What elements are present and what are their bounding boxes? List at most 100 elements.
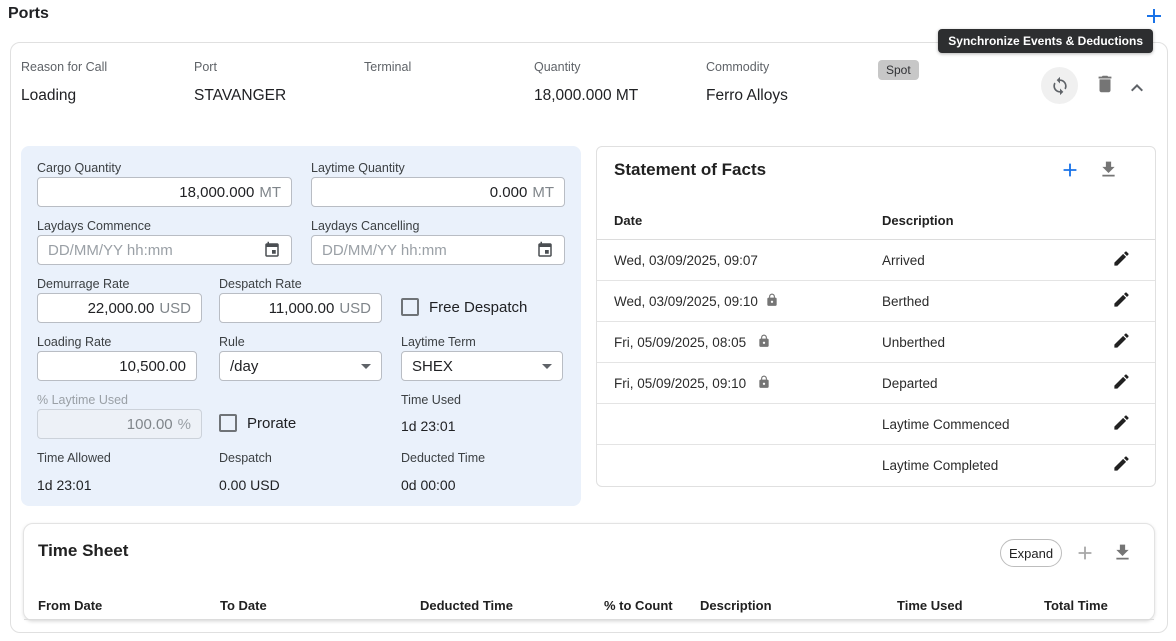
date-placeholder: DD/MM/YY hh:mm [322, 242, 536, 259]
free-despatch-checkbox[interactable] [401, 298, 419, 316]
loading-rate-label: Loading Rate [37, 335, 111, 349]
unit-suffix: USD [159, 300, 191, 317]
field-port: Port STAVANGER [194, 60, 286, 105]
time-allowed-value: 1d 23:01 [37, 477, 92, 493]
loading-rate-value: 10,500.00 [119, 358, 186, 375]
prorate-checkbox[interactable] [219, 414, 237, 432]
lock-icon [765, 293, 779, 312]
page-title: Ports [8, 5, 49, 23]
deducted-time-value: 0d 00:00 [401, 477, 456, 493]
edit-event-button[interactable] [1112, 372, 1131, 391]
calendar-icon[interactable] [263, 241, 281, 259]
cargo-quantity-value: 18,000.000 [179, 184, 254, 201]
time-sheet-title: Time Sheet [38, 541, 128, 561]
laydays-commence-label: Laydays Commence [37, 219, 151, 233]
field-commodity: Commodity Ferro Alloys [706, 60, 788, 105]
pencil-icon [1112, 372, 1131, 391]
ts-col-time-used: Time Used [897, 598, 963, 613]
cargo-quantity-input[interactable]: 18,000.000 MT [37, 177, 292, 207]
plus-icon [1074, 542, 1096, 564]
sof-row: Laytime Completed [597, 445, 1155, 486]
edit-event-button[interactable] [1112, 249, 1131, 268]
ts-col-deducted-time: Deducted Time [420, 598, 513, 613]
despatch-value: 0.00 USD [219, 477, 280, 493]
laytime-panel: Cargo Quantity 18,000.000 MT Laytime Qua… [21, 146, 581, 506]
add-port-button[interactable] [1142, 4, 1166, 28]
field-label: Reason for Call [21, 60, 107, 74]
despatch-label: Despatch [219, 451, 272, 465]
download-sof-button[interactable] [1098, 159, 1119, 180]
caret-down-icon [361, 364, 371, 369]
port-card: Reason for Call Loading Port STAVANGER T… [10, 42, 1168, 633]
time-sheet-card: Time Sheet Expand From Date To Date Dedu… [23, 523, 1155, 621]
pct-laytime-used-value: 100.00 [127, 416, 173, 433]
expand-button[interactable]: Expand [1000, 539, 1062, 567]
edit-event-button[interactable] [1112, 290, 1131, 309]
sof-description: Laytime Commenced [882, 417, 1010, 432]
free-despatch-label: Free Despatch [429, 299, 527, 316]
sof-date: Wed, 03/09/2025, 09:07 [614, 253, 758, 268]
field-value: 18,000.000 MT [534, 87, 638, 105]
field-label: Terminal [364, 60, 411, 74]
add-timesheet-row-button[interactable] [1074, 542, 1096, 564]
sof-description: Unberthed [882, 335, 945, 350]
lock-icon [757, 375, 771, 394]
despatch-rate-input[interactable]: 11,000.00 USD [219, 293, 382, 323]
rule-select[interactable]: /day [219, 351, 382, 381]
demurrage-rate-input[interactable]: 22,000.00 USD [37, 293, 202, 323]
calendar-icon[interactable] [536, 241, 554, 259]
pencil-icon [1112, 331, 1131, 350]
edit-event-button[interactable] [1112, 413, 1131, 432]
time-used-label: Time Used [401, 393, 461, 407]
laytime-term-select[interactable]: SHEX [401, 351, 563, 381]
laydays-commence-input[interactable]: DD/MM/YY hh:mm [37, 235, 292, 265]
synchronize-button[interactable] [1041, 67, 1078, 104]
laytime-quantity-input[interactable]: 0.000 MT [311, 177, 565, 207]
cargo-quantity-label: Cargo Quantity [37, 161, 121, 175]
unit-suffix: % [178, 416, 191, 433]
sof-row: Fri, 05/09/2025, 08:05 Unberthed [597, 322, 1155, 363]
prorate-label: Prorate [247, 415, 296, 432]
field-terminal: Terminal [364, 60, 411, 87]
add-event-button[interactable] [1059, 159, 1081, 181]
sof-date: Fri, 05/09/2025, 09:10 [614, 376, 746, 391]
field-reason-for-call: Reason for Call Loading [21, 60, 107, 105]
sync-tooltip: Synchronize Events & Deductions [938, 29, 1153, 53]
time-used-value: 1d 23:01 [401, 418, 456, 434]
sof-col-description: Description [882, 213, 954, 228]
sof-date: Fri, 05/09/2025, 08:05 [614, 335, 746, 350]
sof-col-date: Date [614, 213, 642, 228]
field-label: Commodity [706, 60, 788, 74]
edit-event-button[interactable] [1112, 331, 1131, 350]
plus-icon [1142, 4, 1166, 28]
rule-label: Rule [219, 335, 245, 349]
download-timesheet-button[interactable] [1112, 542, 1133, 563]
ts-col-from-date: From Date [38, 598, 102, 613]
timesheet-table-header: From Date To Date Deducted Time % to Cou… [24, 596, 1154, 620]
sof-description: Laytime Completed [882, 458, 998, 473]
ts-col-pct-to-count: % to Count [604, 598, 673, 613]
edit-event-button[interactable] [1112, 454, 1131, 473]
chevron-up-icon [1125, 76, 1149, 100]
laytime-term-label: Laytime Term [401, 335, 476, 349]
laydays-cancelling-input[interactable]: DD/MM/YY hh:mm [311, 235, 565, 265]
sof-date: Wed, 03/09/2025, 09:10 [614, 294, 758, 309]
field-quantity: Quantity 18,000.000 MT [534, 60, 638, 105]
statement-of-facts-panel: Statement of Facts Date Description Wed,… [596, 146, 1156, 487]
field-label: Port [194, 60, 286, 74]
caret-down-icon [542, 364, 552, 369]
pct-laytime-used-label: % Laytime Used [37, 393, 128, 407]
sof-description: Departed [882, 376, 938, 391]
collapse-button[interactable] [1125, 76, 1149, 100]
delete-port-button[interactable] [1094, 73, 1116, 95]
sof-row: Fri, 05/09/2025, 09:10 Departed [597, 363, 1155, 404]
pct-laytime-used-input: 100.00 % [37, 409, 202, 439]
sof-row: Wed, 03/09/2025, 09:10 Berthed [597, 281, 1155, 322]
download-icon [1098, 159, 1119, 180]
pencil-icon [1112, 249, 1131, 268]
spot-badge: Spot [878, 60, 919, 80]
loading-rate-input[interactable]: 10,500.00 [37, 351, 197, 381]
sof-description: Arrived [882, 253, 925, 268]
deducted-time-label: Deducted Time [401, 451, 485, 465]
field-value: Loading [21, 87, 107, 105]
